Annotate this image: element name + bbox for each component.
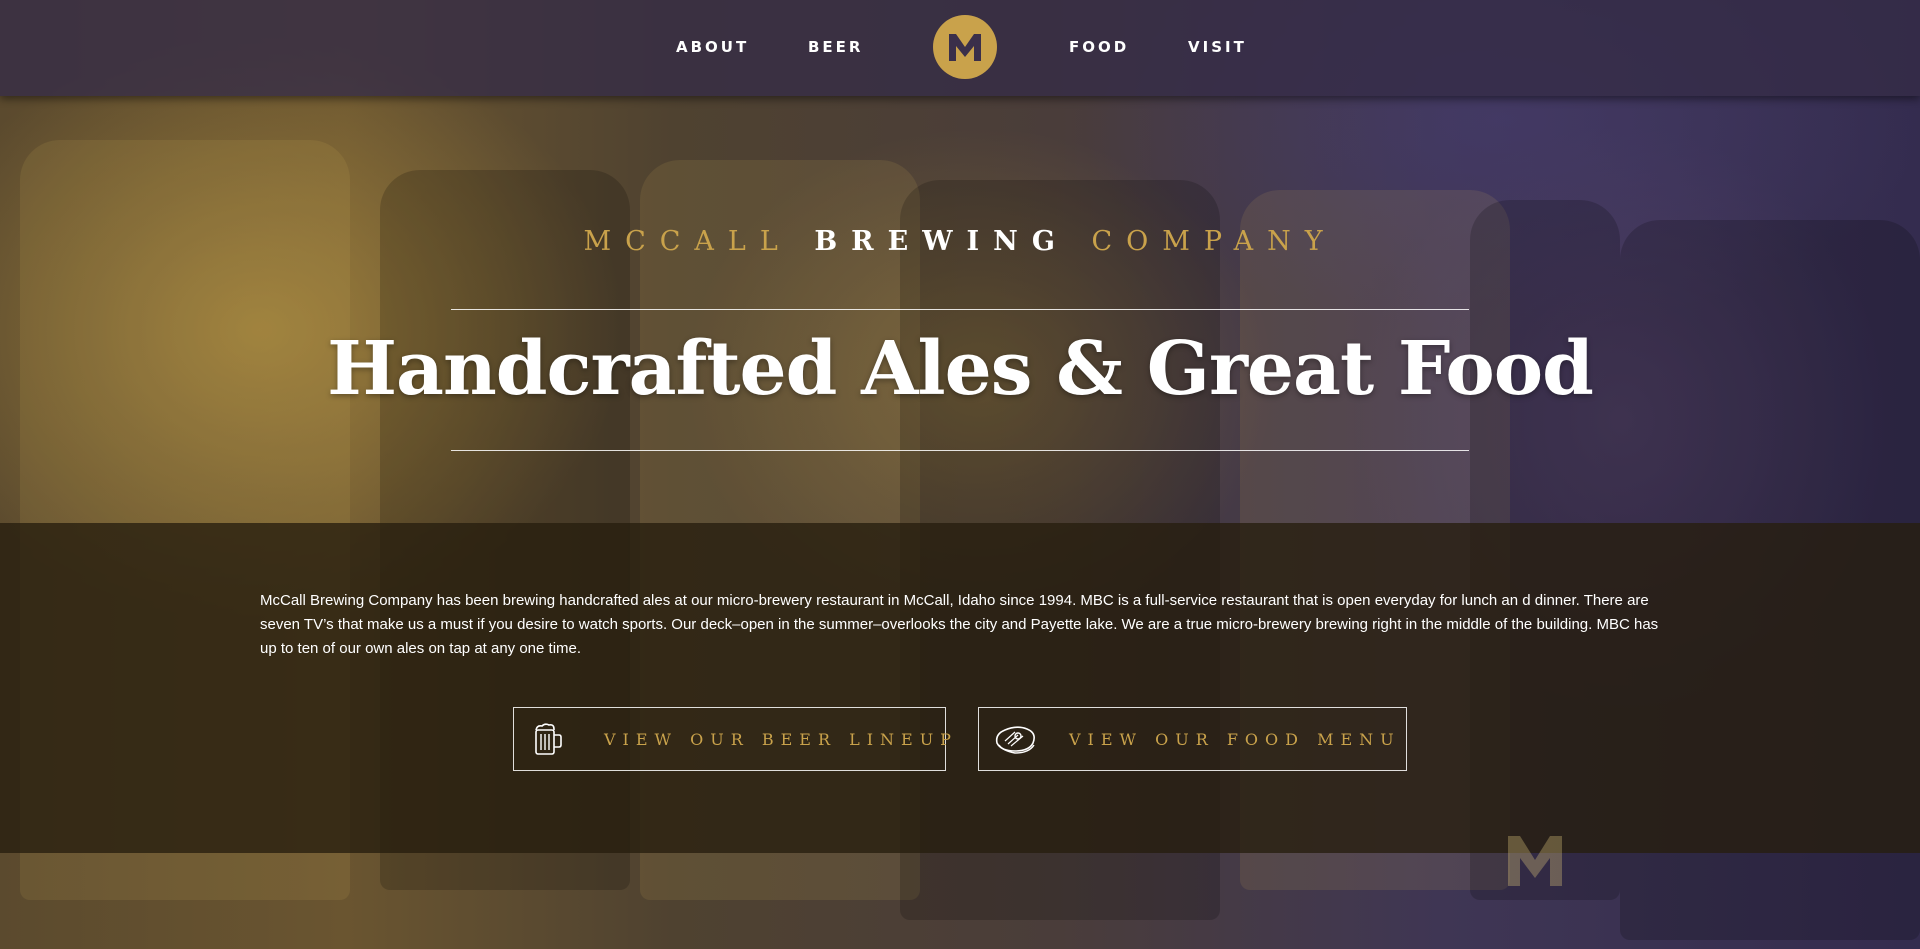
food-menu-button-label: VIEW OUR FOOD MENU xyxy=(1069,729,1401,749)
page-headline: Handcrafted Ales & Great Food xyxy=(327,326,1594,412)
brand-title: MCCALL BREWING COMPANY xyxy=(0,226,1920,257)
intro-band xyxy=(0,523,1920,853)
headline-top-divider xyxy=(451,309,1469,310)
m-logo-icon xyxy=(949,34,981,61)
intro-paragraph: McCall Brewing Company has been brewing … xyxy=(260,592,1659,657)
top-nav: ABOUT BEER FOOD VISIT xyxy=(0,0,1920,96)
beer-lineup-button-label: VIEW OUR BEER LINEUP xyxy=(604,729,958,749)
brand-logo[interactable] xyxy=(933,15,997,79)
page: ABOUT BEER FOOD VISIT MCCALL BREWING COM… xyxy=(0,0,1920,949)
beer-lineup-button[interactable]: VIEW OUR BEER LINEUP xyxy=(513,707,951,771)
bottle-label-logo-icon xyxy=(1502,830,1568,890)
nav-item-food[interactable]: FOOD xyxy=(1069,38,1129,56)
nav-item-about[interactable]: ABOUT xyxy=(676,38,749,56)
food-menu-button[interactable]: VIEW OUR FOOD MENU xyxy=(978,707,1407,771)
headline-bottom-divider xyxy=(451,450,1469,451)
brand-title-word-3: COMPANY xyxy=(1091,226,1337,257)
brand-title-word-2: BREWING xyxy=(814,226,1069,257)
nav-item-visit[interactable]: VISIT xyxy=(1188,38,1247,56)
beer-mug-icon xyxy=(528,721,574,757)
nav-item-beer[interactable]: BEER xyxy=(808,38,863,56)
steak-icon xyxy=(993,721,1039,757)
brand-title-word-1: MCCALL xyxy=(583,226,792,257)
